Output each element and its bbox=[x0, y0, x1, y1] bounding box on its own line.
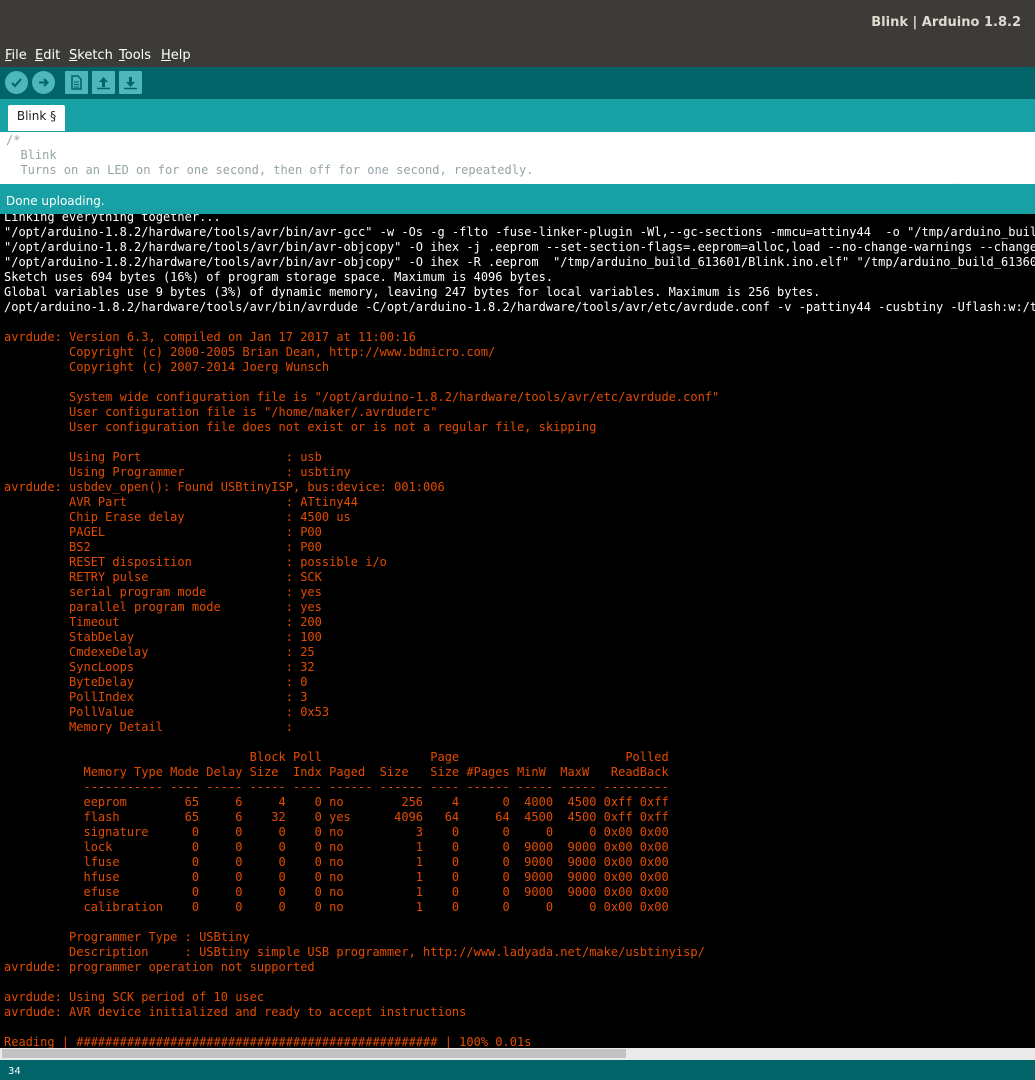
menu-bar: File Edit Sketch Tools Help bbox=[0, 45, 1035, 67]
status-bar: Done uploading. bbox=[0, 184, 1035, 214]
console-line: avrdude: usbdev_open(): Found USBtinyISP… bbox=[4, 480, 445, 494]
console-line: Description : USBtiny simple USB program… bbox=[4, 945, 705, 959]
verify-icon bbox=[11, 78, 22, 88]
console-horizontal-scrollbar[interactable] bbox=[0, 1048, 1035, 1060]
menu-sketch[interactable]: Sketch bbox=[69, 48, 113, 63]
console-line: Reading | ##############################… bbox=[4, 1035, 532, 1048]
console-line: User configuration file does not exist o… bbox=[4, 420, 597, 434]
console-line: SyncLoops : 32 bbox=[4, 660, 315, 674]
console-line: ----------- ---- ----- ----- ---- ------… bbox=[4, 780, 669, 794]
console-line: CmdexeDelay : 25 bbox=[4, 645, 315, 659]
console-line: PollIndex : 3 bbox=[4, 690, 308, 704]
console-line: Timeout : 200 bbox=[4, 615, 322, 629]
console-line: Sketch uses 694 bytes (16%) of program s… bbox=[4, 270, 554, 284]
save-icon bbox=[124, 77, 137, 90]
tab-bar: Blink § bbox=[0, 99, 1035, 132]
new-icon bbox=[71, 75, 82, 90]
bottom-status-bar: 34 bbox=[0, 1060, 1035, 1080]
code-editor[interactable]: /* Blink Turns on an LED on for one seco… bbox=[0, 132, 1035, 184]
console-line: Memory Type Mode Delay Size Indx Paged S… bbox=[4, 765, 669, 779]
console-line: hfuse 0 0 0 0 no 1 0 0 9000 9000 0x00 0x… bbox=[4, 870, 669, 884]
save-button[interactable] bbox=[119, 71, 142, 94]
console-line: lfuse 0 0 0 0 no 1 0 0 9000 9000 0x00 0x… bbox=[4, 855, 669, 869]
console-line: lock 0 0 0 0 no 1 0 0 9000 9000 0x00 0x0… bbox=[4, 840, 669, 854]
open-button[interactable] bbox=[92, 71, 115, 94]
console-line: parallel program mode : yes bbox=[4, 600, 322, 614]
window-titlebar: Blink | Arduino 1.8.2 bbox=[0, 0, 1035, 45]
console-line: AVR Part : ATtiny44 bbox=[4, 495, 359, 509]
console-line: PollValue : 0x53 bbox=[4, 705, 330, 719]
console-line: Using Port : usb bbox=[4, 450, 322, 464]
console-line: eeprom 65 6 4 0 no 256 4 0 4000 4500 0xf… bbox=[4, 795, 669, 809]
console-line: avrdude: Version 6.3, compiled on Jan 17… bbox=[4, 330, 416, 344]
menu-help[interactable]: Help bbox=[161, 48, 191, 63]
console-line: Copyright (c) 2000-2005 Brian Dean, http… bbox=[4, 345, 496, 359]
scrollbar-thumb[interactable] bbox=[2, 1049, 626, 1058]
console-line: ByteDelay : 0 bbox=[4, 675, 308, 689]
console-line: Copyright (c) 2007-2014 Joerg Wunsch bbox=[4, 360, 330, 374]
console-line: serial program mode : yes bbox=[4, 585, 322, 599]
console-line: avrdude: programmer operation not suppor… bbox=[4, 960, 315, 974]
console-line: RETRY pulse : SCK bbox=[4, 570, 322, 584]
window-title: Blink | Arduino 1.8.2 bbox=[871, 15, 1021, 30]
console-output[interactable]: Linking everything together... "/opt/ardu… bbox=[0, 214, 1035, 1048]
console-line: calibration 0 0 0 0 no 1 0 0 0 0 0x00 0x… bbox=[4, 900, 669, 914]
console-line: User configuration file is "/home/maker/… bbox=[4, 405, 438, 419]
console-line: Memory Detail : bbox=[4, 720, 293, 734]
console-line: Linking everything together... bbox=[4, 214, 221, 224]
new-button[interactable] bbox=[65, 71, 88, 94]
line-number-indicator: 34 bbox=[8, 1066, 21, 1077]
console-line: Programmer Type : USBtiny bbox=[4, 930, 250, 944]
console-line: PAGEL : P00 bbox=[4, 525, 322, 539]
console-line: Chip Erase delay : 4500 us bbox=[4, 510, 351, 524]
editor-line: /* bbox=[6, 133, 21, 147]
status-message: Done uploading. bbox=[6, 194, 105, 208]
console-line: System wide configuration file is "/opt/… bbox=[4, 390, 720, 404]
console-line: signature 0 0 0 0 no 3 0 0 0 0 0x00 0x00 bbox=[4, 825, 669, 839]
toolbar bbox=[0, 67, 1035, 99]
editor-line: Turns on an LED on for one second, then … bbox=[6, 163, 534, 177]
console-line: StabDelay : 100 bbox=[4, 630, 322, 644]
menu-file[interactable]: File bbox=[5, 48, 27, 63]
tab-blink[interactable]: Blink § bbox=[8, 105, 65, 131]
upload-icon bbox=[39, 78, 49, 87]
console-line: Using Programmer : usbtiny bbox=[4, 465, 351, 479]
console-line: Block Poll Page Polled bbox=[4, 750, 669, 764]
upload-button[interactable] bbox=[32, 71, 55, 94]
editor-line: Blink bbox=[6, 148, 57, 162]
console-line: avrdude: AVR device initialized and read… bbox=[4, 1005, 467, 1019]
console-line: avrdude: Using SCK period of 10 usec bbox=[4, 990, 265, 1004]
console-line: "/opt/arduino-1.8.2/hardware/tools/avr/b… bbox=[4, 240, 1035, 254]
console-line: RESET disposition : possible i/o bbox=[4, 555, 387, 569]
verify-button[interactable] bbox=[5, 71, 28, 94]
console-line: efuse 0 0 0 0 no 1 0 0 9000 9000 0x00 0x… bbox=[4, 885, 669, 899]
tab-label: Blink § bbox=[16, 109, 57, 123]
console-line: Global variables use 9 bytes (3%) of dyn… bbox=[4, 285, 821, 299]
open-icon bbox=[97, 77, 110, 90]
console-line: /opt/arduino-1.8.2/hardware/tools/avr/bi… bbox=[4, 300, 1035, 314]
console-line: flash 65 6 32 0 yes 4096 64 64 4500 4500… bbox=[4, 810, 669, 824]
console-line: "/opt/arduino-1.8.2/hardware/tools/avr/b… bbox=[4, 225, 1035, 239]
menu-tools[interactable]: Tools bbox=[119, 48, 151, 63]
console-line: BS2 : P00 bbox=[4, 540, 322, 554]
menu-edit[interactable]: Edit bbox=[35, 48, 60, 63]
console-line: "/opt/arduino-1.8.2/hardware/tools/avr/b… bbox=[4, 255, 1035, 269]
